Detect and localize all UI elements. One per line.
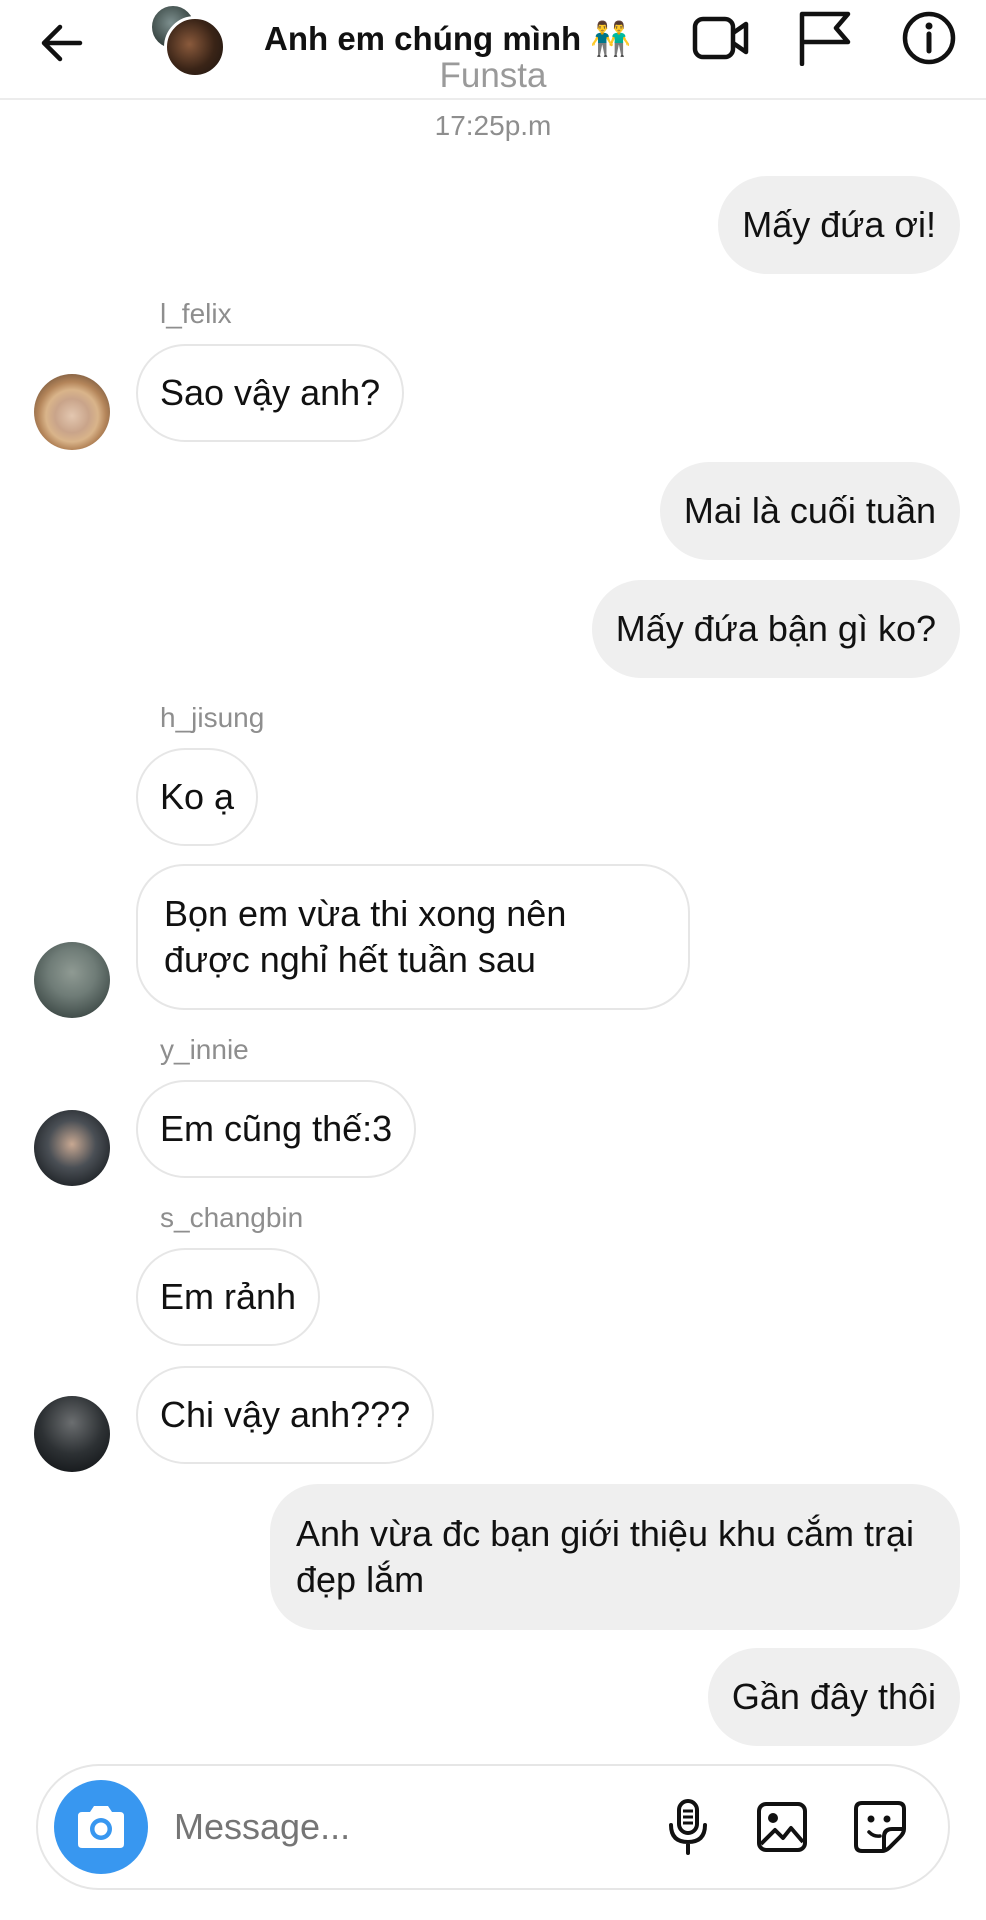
microphone-icon [669, 1799, 707, 1855]
message-composer [36, 1764, 950, 1890]
sticker-button[interactable] [850, 1796, 910, 1858]
message-text: Bọn em vừa thi xong nên được nghỉ hết tu… [164, 893, 567, 980]
avatar[interactable] [34, 1396, 110, 1472]
sender-name: s_changbin [160, 1202, 304, 1233]
message-input[interactable] [174, 1804, 554, 1850]
camera-button[interactable] [54, 1780, 148, 1874]
camera-icon [78, 1806, 124, 1848]
outgoing-message[interactable]: Anh vừa đc bạn giới thiệu khu cắm trại đ… [270, 1484, 960, 1630]
message-text: Ko ạ [160, 776, 235, 817]
message-text: Mấy đứa bận gì ko? [615, 608, 936, 649]
incoming-message[interactable]: Sao vậy anh? [136, 344, 405, 442]
gallery-icon [757, 1802, 807, 1852]
avatar[interactable] [34, 374, 110, 450]
outgoing-message[interactable]: Gần đây thôi [707, 1648, 960, 1746]
incoming-message[interactable]: Ko ạ [136, 748, 259, 846]
message-text: Em cũng thế:3 [160, 1108, 393, 1149]
incoming-message[interactable]: Bọn em vừa thi xong nên được nghỉ hết tu… [136, 864, 690, 1010]
chat-screen: Anh em chúng mình 👬 Funsta 17:25p.m Mấy … [0, 0, 986, 1920]
message-timestamp: 17:25p.m [434, 110, 552, 141]
outgoing-message[interactable]: Mai là cuối tuần [659, 462, 960, 560]
incoming-message[interactable]: Chi vậy anh??? [136, 1366, 435, 1464]
message-text: Anh vừa đc bạn giới thiệu khu cắm trại đ… [296, 1513, 915, 1600]
message-text: Mấy đứa ơi! [742, 204, 936, 245]
voice-message-button[interactable] [658, 1796, 718, 1858]
chat-subtitle: Funsta [439, 56, 547, 95]
gallery-button[interactable] [752, 1796, 812, 1858]
message-text: Chi vậy anh??? [160, 1394, 411, 1435]
incoming-message[interactable]: Em cũng thế:3 [136, 1080, 417, 1178]
sticker-icon [854, 1801, 906, 1853]
incoming-message[interactable]: Em rảnh [136, 1248, 321, 1346]
outgoing-message[interactable]: Mấy đứa ơi! [718, 176, 960, 274]
message-text: Em rảnh [160, 1276, 297, 1317]
sender-name: y_innie [160, 1034, 249, 1065]
sender-name: h_jisung [160, 702, 265, 733]
outgoing-message[interactable]: Mấy đứa bận gì ko? [591, 580, 960, 678]
chat-title[interactable]: Anh em chúng mình 👬 [264, 20, 631, 59]
message-text: Mai là cuối tuần [683, 490, 936, 531]
avatar[interactable] [34, 1110, 110, 1186]
avatar[interactable] [34, 942, 110, 1018]
message-text: Gần đây thôi [731, 1676, 936, 1717]
sender-name: l_felix [160, 298, 232, 329]
message-text: Sao vậy anh? [160, 372, 381, 413]
